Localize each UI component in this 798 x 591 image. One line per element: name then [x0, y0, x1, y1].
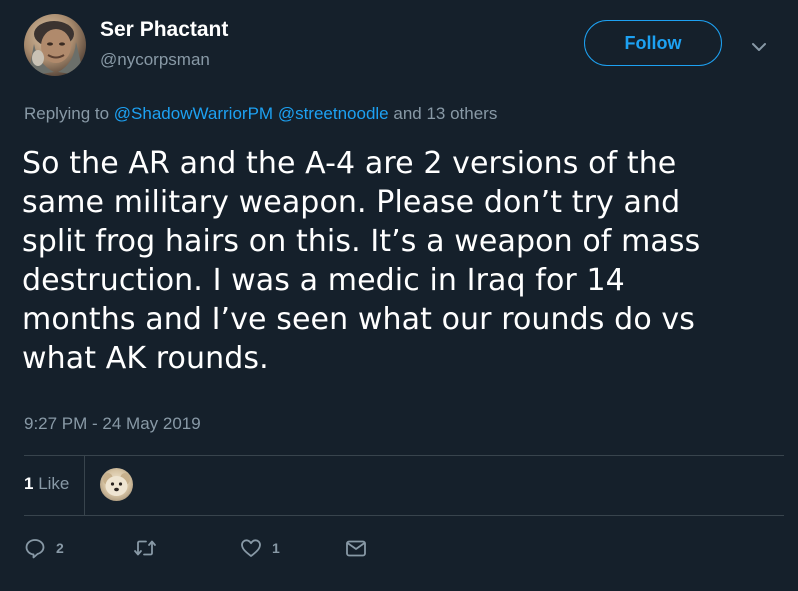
likes-label: Like [38, 474, 70, 493]
envelope-icon [346, 540, 366, 557]
replying-to-line: Replying to @ShadowWarriorPM @streetnood… [24, 104, 497, 124]
author-display-name[interactable]: Ser Phactant [100, 18, 228, 42]
replying-to-others[interactable]: and 13 others [393, 104, 497, 123]
retweet-button[interactable] [133, 536, 157, 560]
like-count: 1 [272, 540, 280, 556]
tweet-text-line: what AK rounds. [22, 341, 269, 376]
follow-button[interactable]: Follow [584, 20, 722, 66]
tweet-text-line: So the AR and the A-4 are 2 versions of … [22, 146, 677, 181]
speech-bubble-icon [25, 539, 45, 559]
vertical-divider [84, 456, 85, 515]
liker-avatar[interactable] [100, 468, 133, 501]
tweet-text: So the AR and the A-4 are 2 versions of … [22, 144, 772, 378]
replying-to-prefix: Replying to [24, 104, 110, 123]
divider [24, 455, 784, 456]
chevron-down-icon[interactable] [748, 36, 770, 58]
like-button[interactable]: 1 [240, 536, 280, 560]
tweet-text-line: months and I’ve seen what our rounds do … [22, 302, 695, 337]
divider [24, 515, 784, 516]
tweet-text-line: destruction. I was a medic in Iraq for 1… [22, 263, 625, 298]
direct-message-button[interactable] [344, 536, 368, 560]
mention-link-2[interactable]: @streetnoodle [278, 104, 389, 123]
author-avatar[interactable] [24, 14, 86, 76]
tweet-text-line: same military weapon. Please don’t try a… [22, 185, 681, 220]
reply-count: 2 [56, 540, 64, 556]
retweet-icon [134, 540, 156, 556]
reply-button[interactable]: 2 [24, 536, 64, 560]
tweet-card: Ser Phactant @nycorpsman Follow Replying… [0, 0, 798, 591]
tweet-timestamp[interactable]: 9:27 PM - 24 May 2019 [24, 414, 201, 434]
likes-count[interactable]: 1 Like [24, 474, 69, 494]
heart-icon [241, 539, 261, 557]
likes-number: 1 [24, 474, 34, 493]
author-handle[interactable]: @nycorpsman [100, 50, 210, 70]
mention-link-1[interactable]: @ShadowWarriorPM [114, 104, 273, 123]
tweet-text-line: split frog hairs on this. It’s a weapon … [22, 224, 701, 259]
